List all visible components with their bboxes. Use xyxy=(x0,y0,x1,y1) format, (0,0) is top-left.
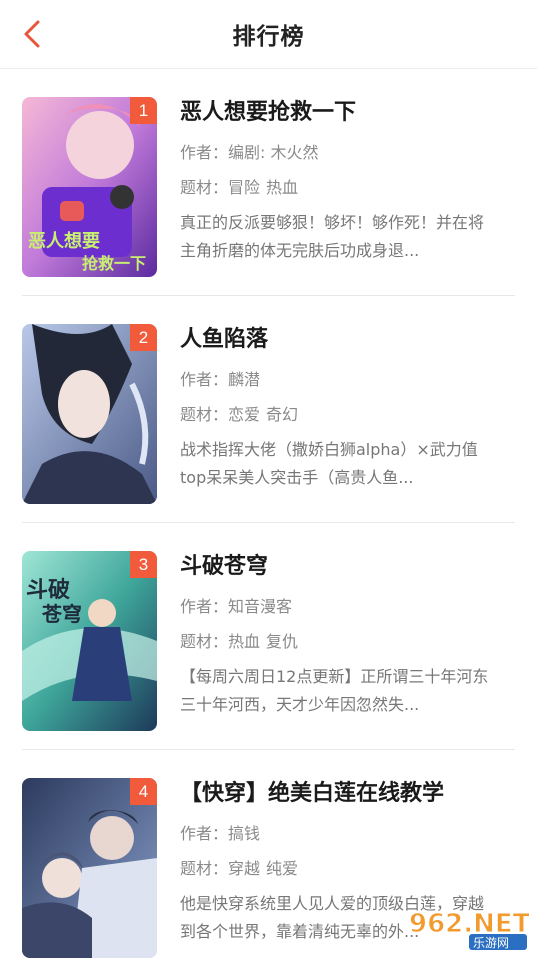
rank-badge: 3 xyxy=(130,551,157,578)
author-label: 作者： xyxy=(180,370,229,389)
rank-badge: 1 xyxy=(130,97,157,124)
author-value: 搞钱 xyxy=(228,824,261,843)
genre-tag: 冒险 xyxy=(228,178,261,197)
genre-line: 题材：冒险 热血 xyxy=(180,177,515,199)
genre-label: 题材： xyxy=(180,632,229,651)
watermark-sub: 乐游网 xyxy=(473,936,509,950)
author-label: 作者： xyxy=(180,597,229,616)
item-info: 人鱼陷落 作者：麟潜 题材：恋爱 奇幻 战术指挥大佬（撒娇白狮alpha）×武力值… xyxy=(180,324,515,492)
svg-text:恶人想要: 恶人想要 xyxy=(28,230,100,252)
item-title[interactable]: 恶人想要抢救一下 xyxy=(180,97,515,129)
genre-tag: 复仇 xyxy=(266,632,299,651)
author-value: 麟潜 xyxy=(228,370,261,389)
genre-tag: 穿越 xyxy=(228,859,261,878)
svg-text:苍穹: 苍穹 xyxy=(41,602,82,626)
svg-text:斗破: 斗破 xyxy=(26,577,70,603)
genre-line: 题材：恋爱 奇幻 xyxy=(180,404,515,426)
author-label: 作者： xyxy=(180,143,229,162)
rank-badge: 2 xyxy=(130,324,157,351)
item-info: 恶人想要抢救一下 作者：编剧: 木火然 题材：冒险 热血 真正的反派要够狠！够坏！… xyxy=(180,97,515,265)
author-line: 作者：知音漫客 xyxy=(180,596,515,618)
author-line: 作者：麟潜 xyxy=(180,369,515,391)
list-item[interactable]: 2 人鱼陷落 作者：麟潜 题材：恋爱 奇幻 战术指挥大佬（撒娇白狮alpha）×武… xyxy=(22,296,515,523)
svg-text:抢救一下: 抢救一下 xyxy=(82,254,146,273)
item-description: 真正的反派要够狠！够坏！够作死！并在将主角折磨的体无完肤后功成身退... xyxy=(180,213,485,260)
item-description: 【每周六周日12点更新】正所谓三十年河东三十年河西，天才少年因忽然失... xyxy=(180,667,489,714)
item-info: 斗破苍穹 作者：知音漫客 题材：热血 复仇 【每周六周日12点更新】正所谓三十年河… xyxy=(180,551,515,719)
item-description: 战术指挥大佬（撒娇白狮alpha）×武力值top呆呆美人突击手（高贵人鱼... xyxy=(180,440,478,487)
genre-label: 题材： xyxy=(180,859,229,878)
genre-line: 题材：穿越 纯爱 xyxy=(180,858,515,880)
top-bar: 排行榜 xyxy=(0,0,537,69)
cover-image[interactable]: 恶人想要 抢救一下 1 xyxy=(22,97,157,277)
item-title[interactable]: 【快穿】绝美白莲在线教学 xyxy=(180,778,515,810)
watermark-logo: 962.NET 乐游网 xyxy=(407,902,531,950)
genre-tag: 热血 xyxy=(266,178,299,197)
genre-tag: 奇幻 xyxy=(266,405,299,424)
list-item[interactable]: 恶人想要 抢救一下 1 恶人想要抢救一下 作者：编剧: 木火然 题材：冒险 热血 … xyxy=(22,69,515,296)
genre-label: 题材： xyxy=(180,405,229,424)
ranking-list: 恶人想要 抢救一下 1 恶人想要抢救一下 作者：编剧: 木火然 题材：冒险 热血 … xyxy=(0,69,537,976)
list-item[interactable]: 斗破 苍穹 3 斗破苍穹 作者：知音漫客 题材：热血 复仇 【每周六周日12点更新… xyxy=(22,523,515,750)
rank-badge: 4 xyxy=(130,778,157,805)
genre-line: 题材：热血 复仇 xyxy=(180,631,515,653)
cover-image[interactable]: 斗破 苍穹 3 xyxy=(22,551,157,731)
author-line: 作者：编剧: 木火然 xyxy=(180,142,515,164)
cover-image[interactable]: 2 xyxy=(22,324,157,504)
item-title[interactable]: 斗破苍穹 xyxy=(180,551,515,583)
genre-tag: 热血 xyxy=(228,632,261,651)
cover-image[interactable]: 4 xyxy=(22,778,157,958)
author-value: 编剧: 木火然 xyxy=(228,143,319,162)
genre-label: 题材： xyxy=(180,178,229,197)
item-title[interactable]: 人鱼陷落 xyxy=(180,324,515,356)
page-title: 排行榜 xyxy=(232,24,305,50)
author-value: 知音漫客 xyxy=(228,597,293,616)
author-line: 作者：搞钱 xyxy=(180,823,515,845)
author-label: 作者： xyxy=(180,824,229,843)
genre-tag: 恋爱 xyxy=(228,405,261,424)
genre-tag: 纯爱 xyxy=(266,859,299,878)
